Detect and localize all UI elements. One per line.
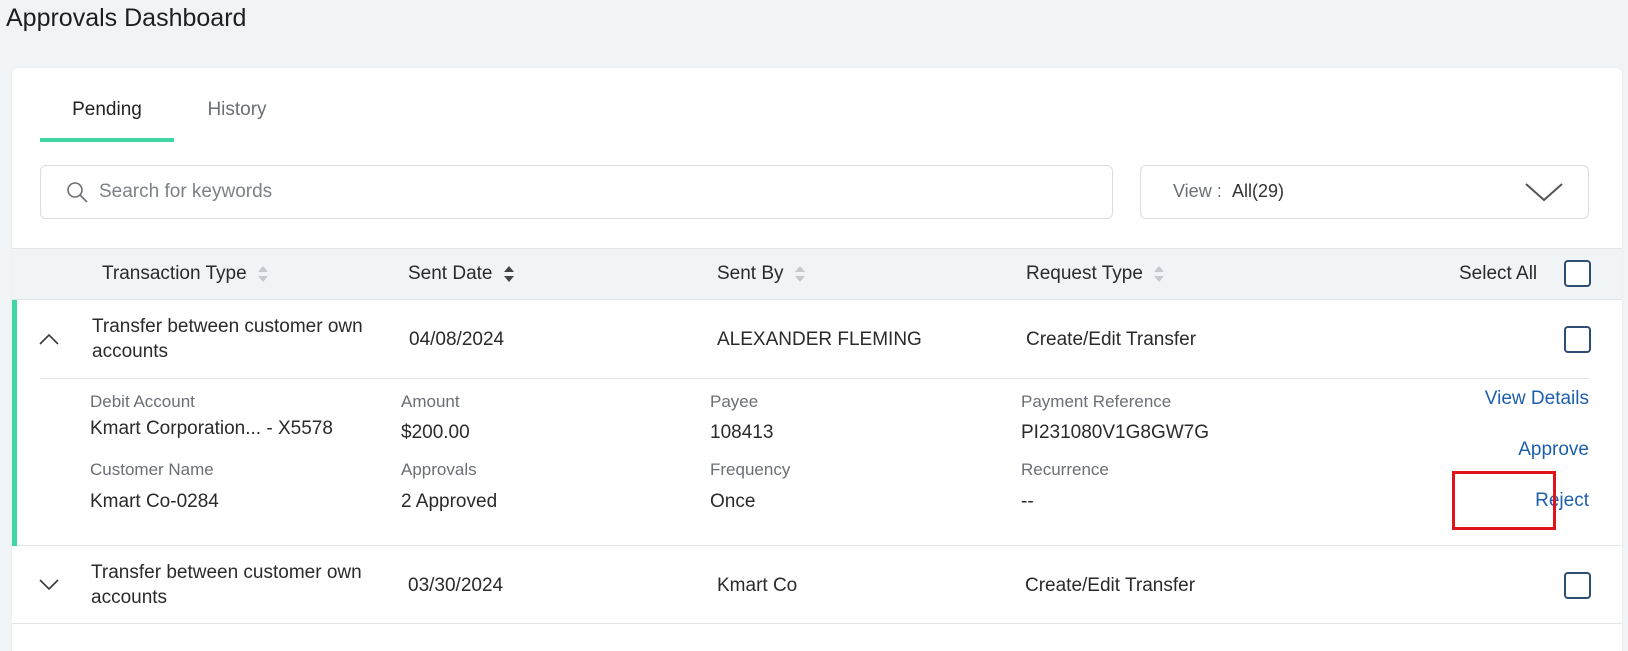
tab-bar: Pending History: [40, 90, 300, 142]
header-request-type[interactable]: Request Type: [1026, 263, 1165, 285]
approvals-value: 2 Approved: [401, 491, 498, 512]
row-checkbox[interactable]: [1564, 326, 1591, 353]
debit-account-label: Debit Account: [90, 392, 195, 411]
frequency-label: Frequency: [710, 460, 791, 479]
sort-icon[interactable]: [503, 264, 515, 284]
view-filter-label: View :: [1173, 181, 1222, 201]
header-sent-date[interactable]: Sent Date: [408, 263, 515, 285]
payment-reference-label: Payment Reference: [1021, 392, 1172, 411]
debit-account-value: Kmart Corporation... - X5578: [90, 418, 333, 439]
row-sent-by: Kmart Co: [717, 575, 798, 596]
reject-highlight-box: [1452, 471, 1556, 530]
payee-label: Payee: [710, 392, 759, 411]
approve-button[interactable]: Approve: [1518, 439, 1589, 461]
row-accent-bar: [12, 300, 17, 546]
amount-value: $200.00: [401, 422, 470, 443]
row-transaction-type: Transfer between customer own accounts: [92, 316, 363, 362]
payment-reference-value: PI231080V1G8GW7G: [1021, 422, 1209, 443]
customer-name-label: Customer Name: [90, 460, 214, 479]
sort-icon[interactable]: [794, 264, 806, 284]
sort-icon[interactable]: [257, 264, 269, 284]
recurrence-value: --: [1021, 491, 1034, 512]
row-transaction-type: Transfer between customer own accounts: [91, 562, 362, 608]
row-request-type: Create/Edit Transfer: [1025, 575, 1196, 596]
approvals-label: Approvals: [401, 460, 477, 479]
chevron-down-icon[interactable]: [1524, 180, 1564, 204]
view-filter-value: All(29): [1232, 181, 1285, 201]
table-row: Transfer between customer own accounts 0…: [12, 300, 1622, 546]
view-details-link[interactable]: View Details: [1485, 388, 1589, 410]
view-filter-dropdown[interactable]: View : All(29): [1140, 165, 1589, 219]
search-box: [40, 165, 1113, 219]
header-sent-date-label: Sent Date: [408, 263, 493, 284]
tab-history[interactable]: History: [174, 90, 300, 142]
header-sent-by[interactable]: Sent By: [717, 263, 806, 285]
frequency-value: Once: [710, 491, 756, 512]
table-header: Transaction Type Sent Date Sent By Reque…: [12, 248, 1622, 300]
row-divider: [40, 378, 1589, 379]
row-sent-date: 03/30/2024: [408, 575, 504, 596]
row-checkbox[interactable]: [1564, 572, 1591, 599]
row-request-type: Create/Edit Transfer: [1026, 329, 1197, 350]
row-sent-date: 04/08/2024: [409, 329, 505, 350]
amount-label: Amount: [401, 392, 460, 411]
header-transaction-type[interactable]: Transaction Type: [102, 263, 269, 285]
table-row: Transfer between customer own accounts 0…: [12, 546, 1622, 624]
select-all-label: Select All: [1459, 263, 1538, 284]
header-transaction-type-label: Transaction Type: [102, 263, 247, 284]
header-sent-by-label: Sent By: [717, 263, 784, 284]
chevron-up-icon[interactable]: [38, 332, 60, 346]
select-all-checkbox[interactable]: [1564, 260, 1591, 287]
approvals-card: Pending History View : All(29) Transacti…: [12, 68, 1622, 651]
recurrence-label: Recurrence: [1021, 460, 1109, 479]
row-sent-by: ALEXANDER FLEMING: [717, 329, 922, 350]
sort-icon[interactable]: [1153, 264, 1165, 284]
search-input[interactable]: [99, 166, 1079, 218]
page-title: Approvals Dashboard: [6, 4, 247, 32]
customer-name-value: Kmart Co-0284: [90, 491, 219, 512]
payee-value: 108413: [710, 422, 774, 443]
chevron-down-icon[interactable]: [38, 578, 60, 592]
header-request-type-label: Request Type: [1026, 263, 1143, 284]
search-icon: [67, 182, 88, 203]
tab-pending[interactable]: Pending: [40, 90, 174, 142]
